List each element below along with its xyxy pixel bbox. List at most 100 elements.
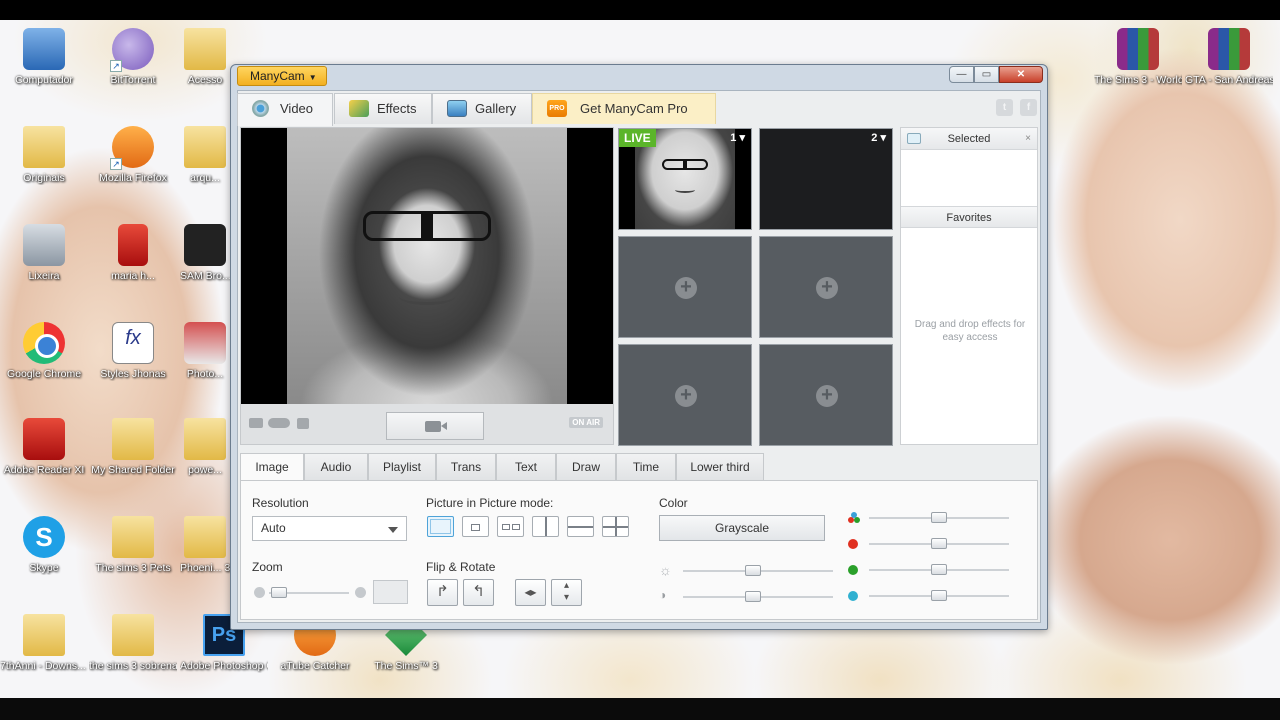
green-slider-knob[interactable] [931, 564, 947, 575]
zoom-out-icon[interactable] [254, 587, 265, 598]
minimize-button[interactable]: — [949, 66, 974, 83]
pip-mode-double[interactable] [497, 516, 524, 537]
pip-mode-quad[interactable] [602, 516, 629, 537]
desktop-icon-gta[interactable]: GTA - San Andreas [1185, 28, 1273, 87]
tab-time[interactable]: Time [616, 453, 676, 480]
video-camera-icon[interactable] [249, 418, 263, 428]
grayscale-button[interactable]: Grayscale [659, 515, 825, 541]
chevron-down-icon: ▼ [308, 73, 317, 82]
video-tab-icon [252, 100, 269, 117]
desktop-icon-sims-sobrenatural[interactable]: the sims 3 sobrenatural [89, 614, 177, 673]
selected-area [901, 150, 1037, 206]
blue-slider-knob[interactable] [931, 590, 947, 601]
facebook-icon[interactable]: f [1020, 99, 1037, 116]
add-source-icon[interactable]: + [816, 385, 838, 407]
tab-trans[interactable]: Trans [436, 453, 496, 480]
desktop-icon-acesso[interactable]: Acesso [180, 28, 230, 87]
desktop-icon-label: aTube Catcher [280, 660, 350, 672]
slot-number[interactable]: 1 ▾ [730, 131, 745, 144]
zoom-preview-box[interactable] [373, 580, 408, 604]
desktop-icon-originais[interactable]: Originais [0, 126, 88, 185]
source-slot-1[interactable]: LIVE 1 ▾ [618, 128, 752, 230]
rotate-right-button[interactable]: ↱ [427, 579, 458, 606]
chrome-icon [23, 322, 65, 364]
desktop-icon-label: Originais [23, 172, 65, 184]
record-video-button[interactable] [386, 412, 484, 440]
main-preview-panel: ON AIR [240, 127, 614, 445]
red-slider-knob[interactable] [931, 538, 947, 549]
glasses-shape [362, 210, 492, 242]
add-source-icon[interactable]: + [816, 277, 838, 299]
effects-side-panel: Selected × Favorites Drag and drop effec… [900, 127, 1038, 445]
desktop-icon-7thanni[interactable]: 7thAnni - Downs... Sims 3 [0, 614, 88, 673]
close-button[interactable]: ✕ [999, 66, 1043, 83]
desktop-icon-label: Mozilla Firefox [99, 172, 167, 184]
desktop-icon-powe[interactable]: powe... [180, 418, 230, 477]
source-slot-empty[interactable]: + [759, 236, 893, 338]
desktop-icon-phoeni[interactable]: Phoeni... 3.6.0 faz... [180, 516, 230, 575]
desktop-icon-sam[interactable]: SAM Bro... [180, 224, 230, 283]
desktop-icon-label: The Sims 3 - World Adv... [1094, 74, 1182, 86]
add-source-icon[interactable]: + [675, 277, 697, 299]
tab-draw[interactable]: Draw [556, 453, 616, 480]
tab-effects[interactable]: Effects [334, 93, 432, 124]
add-source-icon[interactable]: + [675, 385, 697, 407]
tab-image[interactable]: Image [240, 453, 304, 481]
desktop-icon-bittorrent[interactable]: ↗ BitTorrent [89, 28, 177, 87]
source-slot-2[interactable]: 2 ▾ [759, 128, 893, 230]
desktop-icon-label: Skype [29, 562, 59, 574]
snapshot-camera-icon[interactable] [297, 418, 309, 429]
manycam-menu-button[interactable]: ManyCam ▼ [237, 66, 327, 86]
desktop-icon-styles[interactable]: fx Styles Jhonas [89, 322, 177, 381]
desktop-icon-chrome[interactable]: Google Chrome [0, 322, 88, 381]
desktop-icon-sims-pets[interactable]: The sims 3 Pets [89, 516, 177, 575]
pip-mode-split-horizontal[interactable] [567, 516, 594, 537]
source-slot-empty[interactable]: + [618, 344, 752, 446]
maximize-button[interactable]: ▭ [974, 66, 999, 83]
pip-mode-off[interactable] [427, 516, 454, 537]
desktop-icon-lixeira[interactable]: Lixeira [0, 224, 88, 283]
toggle-switch[interactable] [268, 418, 290, 428]
tab-label: Effects [377, 101, 417, 116]
desktop-icon-label: arqu... [190, 172, 220, 184]
source-slot-empty[interactable]: + [618, 236, 752, 338]
twitter-icon[interactable]: t [996, 99, 1013, 116]
contrast-icon: ◑ [659, 588, 667, 602]
firefox-icon: ↗ [110, 126, 154, 170]
desktop-icon-shared-folder[interactable]: My Shared Folder [89, 418, 177, 477]
desktop-icon-adobe-reader[interactable]: Adobe Reader XI [0, 418, 88, 477]
tab-get-pro[interactable]: PRO Get ManyCam Pro [532, 93, 716, 124]
rotate-left-button[interactable]: ↰ [463, 579, 494, 606]
zoom-in-icon[interactable] [355, 587, 366, 598]
saturation-slider-knob[interactable] [931, 512, 947, 523]
tab-gallery[interactable]: Gallery [432, 93, 532, 124]
resolution-select[interactable]: Auto [252, 516, 407, 541]
close-icon[interactable]: × [1025, 128, 1031, 150]
pip-mode-split-vertical[interactable] [532, 516, 559, 537]
brightness-slider-knob[interactable] [745, 565, 761, 576]
folder-icon [112, 418, 154, 460]
tab-lower-third[interactable]: Lower third [676, 453, 764, 480]
desktop-icon-arqu[interactable]: arqu... [180, 126, 230, 185]
zoom-slider-knob[interactable] [271, 587, 287, 598]
tab-text[interactable]: Text [496, 453, 556, 480]
desktop-icon-label: SAM Bro... [180, 270, 230, 282]
desktop-icon-computador[interactable]: Computador [0, 28, 88, 87]
flip-horizontal-button[interactable]: ◂▸ [515, 579, 546, 606]
desktop-icon-maria[interactable]: maria h... [89, 224, 177, 283]
tab-audio[interactable]: Audio [304, 453, 368, 480]
tab-video[interactable]: Video [237, 93, 333, 126]
desktop-icon-firefox[interactable]: ↗ Mozilla Firefox [89, 126, 177, 185]
flip-vertical-button[interactable]: ▴ ▾ [551, 579, 582, 606]
tab-playlist[interactable]: Playlist [368, 453, 436, 480]
on-air-badge: ON AIR [569, 417, 603, 428]
slot-number[interactable]: 2 ▾ [871, 131, 886, 144]
desktop-icon-sims-world[interactable]: The Sims 3 - World Adv... [1094, 28, 1182, 87]
tab-label: Get ManyCam Pro [580, 101, 688, 116]
desktop-icon-photo[interactable]: Photo... [180, 322, 230, 381]
folder-icon [112, 614, 154, 656]
contrast-slider-knob[interactable] [745, 591, 761, 602]
pip-mode-single[interactable] [462, 516, 489, 537]
desktop-icon-skype[interactable]: S Skype [0, 516, 88, 575]
source-slot-empty[interactable]: + [759, 344, 893, 446]
